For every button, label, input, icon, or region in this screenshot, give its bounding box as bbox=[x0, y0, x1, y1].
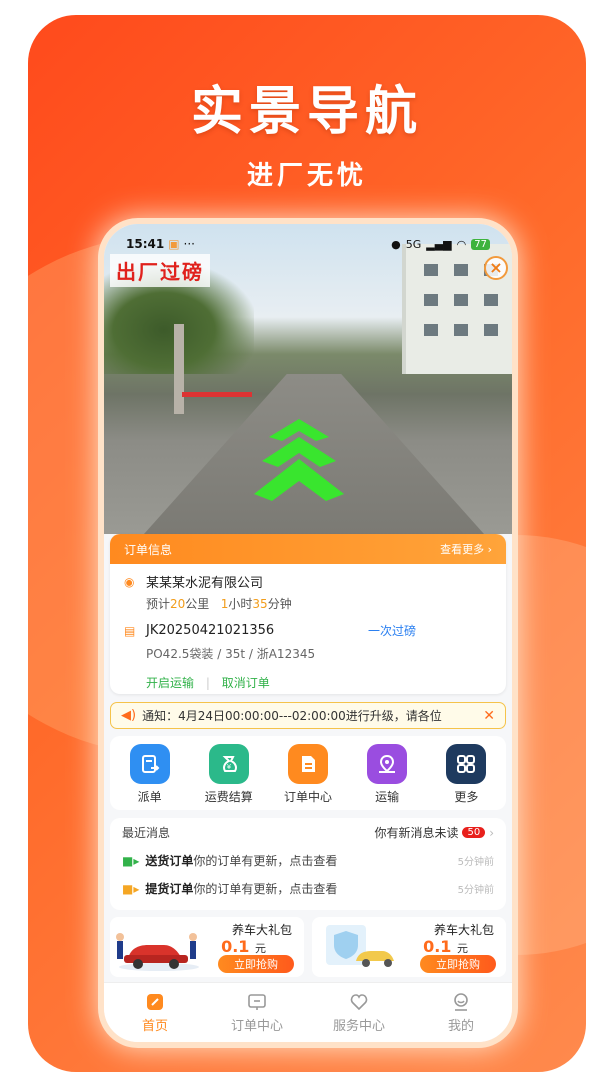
menu-label: 更多 bbox=[454, 790, 479, 804]
gate-barrier bbox=[182, 392, 252, 397]
battery-icon: 77 bbox=[471, 238, 490, 250]
promo-card[interactable]: 养车大礼包 0.1 元 立即抢购 bbox=[312, 917, 506, 977]
status-time: 15:41 bbox=[126, 237, 165, 251]
quick-menu: 派单 ¥ 运费结算 订单中心 运输 更多 bbox=[110, 736, 506, 810]
notice-bar[interactable]: ◀) 通知：4月24日00:00:00---02:00:00进行升级，请各位 ✕ bbox=[110, 702, 506, 729]
cancel-order-button[interactable]: 取消订单 bbox=[222, 676, 270, 690]
company-name: 某某某水泥有限公司 bbox=[146, 576, 264, 591]
menu-label: 订单中心 bbox=[283, 790, 332, 804]
truck-icon: ■▸ bbox=[122, 853, 140, 868]
start-transport-button[interactable]: 开启运输 bbox=[146, 676, 194, 690]
exit-weighing-label: 出厂过磅 bbox=[110, 254, 210, 287]
unread-badge: 50 bbox=[462, 827, 486, 838]
menu-order-center[interactable]: 订单中心 bbox=[271, 744, 345, 810]
dispatch-icon bbox=[129, 744, 170, 784]
menu-dispatch[interactable]: 派单 bbox=[113, 744, 187, 810]
promo-price: 0.1 元 bbox=[423, 937, 468, 956]
promo-title: 养车大礼包 bbox=[433, 923, 494, 937]
eta-text: 预计20公里 1小时35分钟 bbox=[146, 597, 292, 611]
money-bag-icon: ¥ bbox=[208, 744, 249, 784]
app-notification-icon: ▣ bbox=[168, 237, 180, 251]
gate-post bbox=[174, 324, 184, 414]
promo-banners: 养车大礼包 0.1 元 立即抢购 养车大礼包 0.1 元 立即抢购 bbox=[110, 917, 506, 977]
location-icon: ● bbox=[391, 237, 401, 251]
messages-title: 最近消息 bbox=[122, 826, 171, 840]
signal-icon: ▂▄▆ bbox=[426, 237, 452, 251]
menu-label: 运费结算 bbox=[204, 790, 253, 804]
map-pin-icon bbox=[367, 744, 408, 784]
poster-subline: 进厂无忧 bbox=[246, 161, 367, 191]
more-dots-icon: ··· bbox=[183, 237, 195, 251]
chevron-right-icon: › bbox=[489, 825, 494, 840]
signal-label: 5G bbox=[405, 237, 422, 251]
forward-arrows-icon bbox=[254, 419, 344, 501]
buy-now-button[interactable]: 立即抢购 bbox=[218, 955, 294, 973]
bottom-tab-bar: 首页 订单中心 服务中心 我的 bbox=[104, 982, 512, 1042]
unread-link[interactable]: 你有新消息未读 50 › bbox=[374, 824, 494, 841]
tab-profile[interactable]: 我的 bbox=[416, 991, 506, 1034]
tab-service-center[interactable]: 服务中心 bbox=[314, 991, 404, 1034]
tab-order-center[interactable]: 订单中心 bbox=[212, 991, 302, 1034]
car-insurance-illustration bbox=[326, 925, 394, 967]
poster-headline: 实景导航 bbox=[190, 82, 423, 142]
buy-now-button[interactable]: 立即抢购 bbox=[420, 955, 496, 973]
car-service-illustration bbox=[116, 933, 199, 971]
order-icon bbox=[212, 991, 302, 1013]
wifi-icon: ◠ bbox=[456, 237, 467, 251]
document-icon: ▤ bbox=[124, 623, 136, 638]
notice-text: 通知：4月24日00:00:00---02:00:00进行升级，请各位 bbox=[142, 709, 442, 723]
menu-label: 运输 bbox=[375, 790, 400, 804]
order-number: JK20250421021356 bbox=[146, 623, 275, 638]
close-notice-icon[interactable]: ✕ bbox=[483, 708, 495, 724]
promo-card[interactable]: 养车大礼包 0.1 元 立即抢购 bbox=[110, 917, 304, 977]
ar-street-view: 15:41 ▣ ··· ● 5G ▂▄▆ ◠ 77 出厂过磅 × bbox=[104, 224, 512, 534]
view-more-link[interactable]: 查看更多 › bbox=[440, 541, 492, 557]
action-divider: | bbox=[205, 676, 210, 690]
phone-frame: 15:41 ▣ ··· ● 5G ▂▄▆ ◠ 77 出厂过磅 × 订单信息 查看… bbox=[98, 218, 518, 1048]
message-time: 5分钟前 bbox=[457, 857, 494, 868]
home-icon bbox=[110, 991, 200, 1013]
order-card-title: 订单信息 bbox=[124, 542, 173, 557]
recent-messages: 最近消息 你有新消息未读 50 › ■▸ 送货订单 你的订单有更新，点击查看 5分… bbox=[110, 818, 506, 910]
message-item[interactable]: ■▸ 送货订单 你的订单有更新，点击查看 5分钟前 bbox=[122, 852, 494, 869]
promo-title: 养车大礼包 bbox=[231, 923, 292, 937]
truck-icon: ■▸ bbox=[122, 881, 140, 896]
promo-price: 0.1 元 bbox=[221, 937, 266, 956]
order-doc-icon bbox=[287, 744, 328, 784]
order-spec: PO42.5袋装 / 35t / 浙A12345 bbox=[146, 647, 316, 661]
svg-text:¥: ¥ bbox=[227, 763, 232, 771]
order-info-card[interactable]: 订单信息 查看更多 › ◉ 某某某水泥有限公司 预计20公里 1小时35分钟 ▤… bbox=[110, 534, 506, 694]
tab-home[interactable]: 首页 bbox=[110, 991, 200, 1034]
message-time: 5分钟前 bbox=[457, 885, 494, 896]
message-item[interactable]: ■▸ 提货订单 你的订单有更新，点击查看 5分钟前 bbox=[122, 880, 494, 897]
menu-label: 派单 bbox=[137, 790, 162, 804]
menu-freight-settlement[interactable]: ¥ 运费结算 bbox=[192, 744, 266, 810]
grid-icon bbox=[446, 744, 487, 784]
status-bar: 15:41 ▣ ··· ● 5G ▂▄▆ ◠ 77 bbox=[104, 234, 512, 254]
order-card-header: 订单信息 查看更多 › bbox=[110, 534, 506, 564]
close-icon[interactable]: × bbox=[484, 256, 508, 280]
speaker-icon: ◀) bbox=[121, 708, 137, 723]
location-pin-icon: ◉ bbox=[124, 574, 135, 589]
heart-icon bbox=[314, 991, 404, 1013]
menu-more[interactable]: 更多 bbox=[429, 744, 503, 810]
weigh-status: 一次过磅 bbox=[367, 624, 416, 638]
user-icon bbox=[416, 991, 506, 1013]
menu-transport[interactable]: 运输 bbox=[350, 744, 424, 810]
